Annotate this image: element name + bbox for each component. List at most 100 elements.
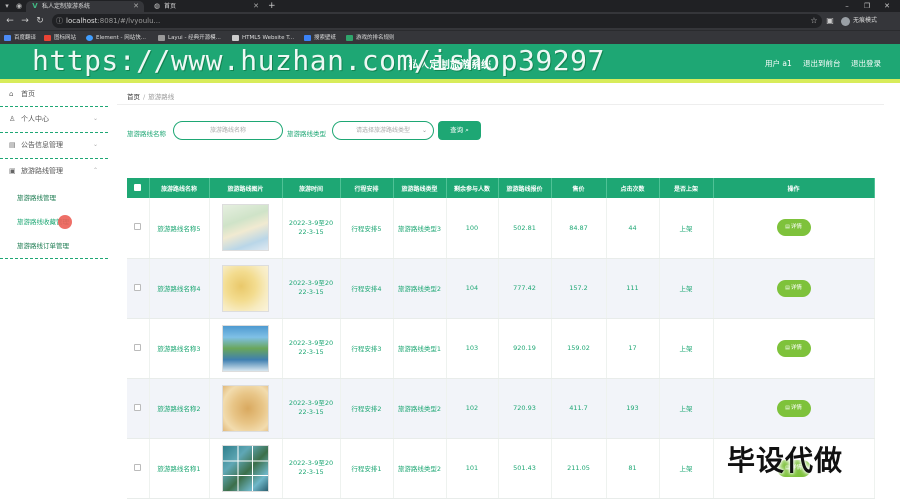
url-field[interactable]: ⓘ localhost:8081/#/lvyoulu... (52, 14, 822, 28)
sidebar-item-profile[interactable]: ♙ 个人中心 ⌄ (0, 107, 108, 133)
translate-icon (4, 35, 11, 41)
route-image (222, 264, 269, 312)
clicks-cell: 44 (606, 198, 660, 259)
route-type-select[interactable]: 请选择旅游路线类型 ⌄ (332, 121, 434, 140)
browser-tab-bar: ▾ ◉ V 私人定制旅游系统 ✕ ◍ 首页 ✕ + – ❐ ✕ (0, 0, 900, 12)
route-image (222, 324, 269, 372)
url-path: :8081/#/lvyoulu... (97, 17, 161, 25)
logout-link[interactable]: 退出登录 (851, 58, 881, 69)
row-select-cell[interactable] (127, 258, 150, 319)
schedule-cell: 行程安排1 (340, 438, 394, 499)
tab-search-icon[interactable]: ▾ (2, 1, 12, 11)
schedule-cell: 行程安排3 (340, 318, 394, 379)
tab-system[interactable]: V 私人定制旅游系统 ✕ (26, 1, 144, 12)
sidebar-sub-route-orders[interactable]: 旅游路线订单管理 (17, 240, 69, 250)
route-name-input[interactable]: 旅游路线名称 (173, 121, 283, 140)
detail-button[interactable]: ▤详情 (776, 339, 811, 357)
column-header: 旅游时间 (282, 178, 341, 198)
header-accent-stripe (0, 79, 900, 83)
sidebar-item-routes[interactable]: ▣ 旅游路线管理 ⌃ (0, 159, 108, 185)
sidebar-item-notice[interactable]: ▤ 公告信息管理 ⌄ (0, 133, 108, 159)
bookmark-item[interactable]: Element - 网站快... (86, 31, 146, 45)
route-image-cell (209, 318, 283, 379)
corner-watermark-text: 毕设代做 (727, 444, 844, 477)
info-icon: ▤ (785, 284, 790, 291)
route-name-cell: 旅游路线名称5 (149, 198, 210, 259)
sidebar-item-home[interactable]: ⌂ 首页 (0, 83, 108, 107)
new-tab-icon[interactable]: + (268, 0, 276, 12)
row-checkbox[interactable] (134, 343, 142, 351)
restore-icon[interactable]: ❐ (860, 0, 874, 12)
row-checkbox[interactable] (134, 463, 142, 471)
detail-button[interactable]: ▤详情 (776, 399, 811, 417)
route-image (222, 444, 269, 492)
sidebar-item-label: 个人中心 (21, 115, 49, 123)
reload-icon[interactable]: ↻ (34, 15, 46, 27)
detail-button-label: 详情 (790, 404, 802, 411)
table-header-row: 旅游路线名称 旅游路线图片 旅游时间 行程安排 旅游路线类型 剩余参与人数 旅游… (127, 178, 875, 198)
travel-time-line2: 22-3-15 (298, 408, 324, 416)
close-icon[interactable]: ✕ (253, 1, 259, 12)
route-image-cell (209, 378, 283, 439)
profile-label: 无痕模式 (853, 17, 878, 24)
travel-time-line1: 2022-3-9至20 (288, 339, 334, 347)
remaining-cell: 104 (446, 258, 499, 319)
row-select-cell[interactable] (127, 318, 150, 379)
site-info-icon: ⓘ (56, 17, 63, 25)
page-icon (232, 35, 239, 41)
close-icon[interactable]: ✕ (133, 1, 139, 12)
row-select-cell[interactable] (127, 438, 150, 499)
table-row: 旅游路线名称3 2022-3-9至20 22-3-15 行程安排3 旅游路线类型1… (127, 318, 875, 379)
quote-cell: 920.19 (498, 318, 552, 379)
bookmark-item[interactable]: 游戏的排名规则 (346, 31, 395, 45)
search-button[interactable]: 查询 ⌕ (438, 121, 481, 140)
bookmark-item[interactable]: 搜索壁纸 (304, 31, 336, 45)
route-image (222, 384, 269, 432)
quote-cell: 502.81 (498, 198, 552, 259)
remaining-cell: 102 (446, 378, 499, 439)
row-checkbox[interactable] (134, 283, 142, 291)
bookmark-item[interactable]: 图标网站 (44, 31, 76, 45)
vue-logo-icon: V (32, 2, 38, 10)
route-type-label: 旅游路线类型 (287, 130, 326, 138)
breadcrumb-home[interactable]: 首页 (127, 93, 140, 101)
notice-icon: ▤ (9, 141, 16, 149)
tab-home[interactable]: ◍ 首页 ✕ (148, 1, 264, 12)
action-cell: ▤详情 (713, 318, 875, 379)
column-header: 是否上架 (659, 178, 714, 198)
route-image-cell (209, 258, 283, 319)
travel-time-line2: 22-3-15 (298, 227, 324, 236)
bookmark-item[interactable]: Layui - 经典开源模... (158, 31, 221, 45)
sidebar-sub-route-manage[interactable]: 旅游路线管理 (17, 192, 56, 202)
route-name-cell: 旅游路线名称2 (149, 378, 210, 439)
column-header: 行程安排 (340, 178, 394, 198)
quote-cell: 501.43 (498, 438, 552, 499)
select-all-checkbox[interactable] (134, 183, 142, 191)
forward-icon[interactable]: → (19, 15, 31, 27)
row-select-cell[interactable] (127, 378, 150, 439)
minimize-icon[interactable]: – (840, 0, 854, 12)
bookmark-label: Layui - 经典开源模... (168, 35, 221, 41)
extensions-icon[interactable]: ▣ (824, 15, 836, 27)
select-all-header[interactable] (127, 178, 150, 198)
row-select-cell[interactable] (127, 198, 150, 259)
window-close-icon[interactable]: ✕ (880, 0, 894, 12)
search-button-label: 查询 (450, 126, 464, 134)
logout-to-front-link[interactable]: 退出到前台 (803, 58, 841, 69)
detail-button-label: 详情 (790, 284, 802, 291)
bookmark-item[interactable]: HTML5 Website T... (232, 31, 294, 45)
schedule-cell: 行程安排2 (340, 378, 394, 439)
bookmark-label: HTML5 Website T... (242, 35, 295, 41)
route-type-cell: 旅游路线类型2 (393, 438, 447, 499)
bookmark-item[interactable]: 百度翻译 (4, 31, 36, 45)
browser-logo-icon: ◉ (15, 2, 23, 10)
back-icon[interactable]: ← (4, 15, 16, 27)
incognito-profile[interactable]: 无痕模式 (841, 15, 877, 27)
row-checkbox[interactable] (134, 223, 142, 231)
detail-button[interactable]: ▤详情 (776, 279, 811, 297)
row-checkbox[interactable] (134, 403, 142, 411)
detail-button[interactable]: ▤详情 (776, 219, 811, 237)
bookmark-star-icon[interactable]: ☆ (808, 15, 820, 27)
info-icon: ▤ (785, 224, 790, 231)
column-header: 售价 (551, 178, 607, 198)
